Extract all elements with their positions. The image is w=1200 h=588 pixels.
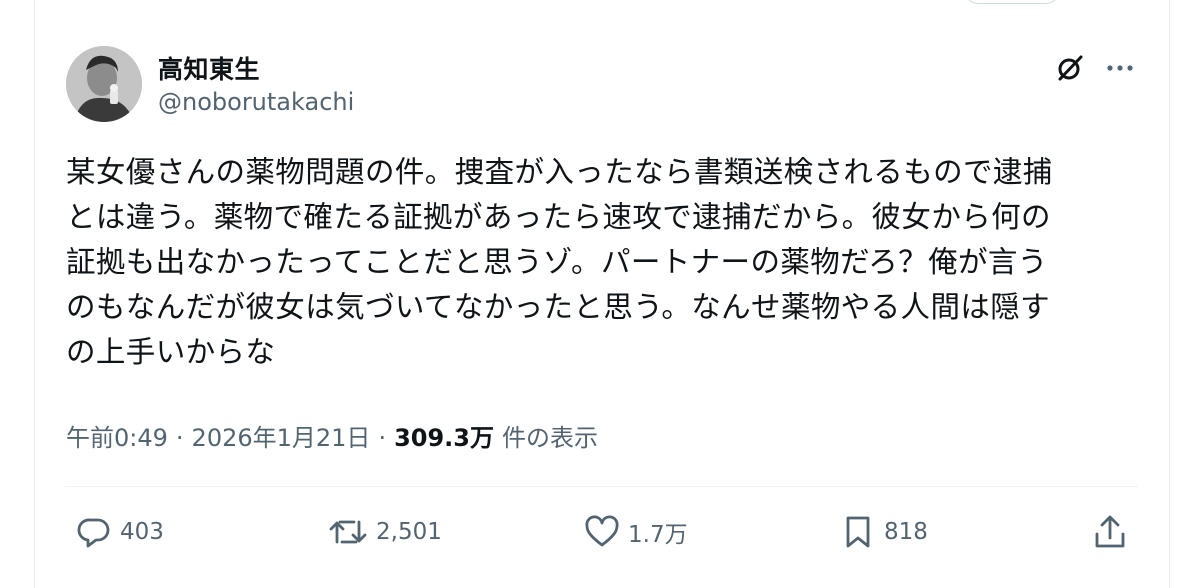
share-icon	[1095, 515, 1125, 548]
reply-count: 403	[120, 519, 164, 545]
like-button[interactable]: 1.7万	[584, 510, 688, 554]
reply-button[interactable]: 403	[76, 510, 164, 554]
top-pill-button[interactable]	[962, 0, 1062, 4]
grok-icon[interactable]	[1052, 50, 1088, 86]
avatar[interactable]	[66, 46, 142, 122]
views-count[interactable]: 309.3万	[394, 418, 494, 453]
tweet-date[interactable]: 2026年1月21日	[192, 418, 371, 453]
user-handle[interactable]: @noborutakachi	[158, 88, 354, 116]
bookmark-button[interactable]: 818	[840, 510, 928, 554]
retweet-button[interactable]: 2,501	[328, 510, 442, 554]
retweet-count: 2,501	[376, 519, 442, 545]
meta-separator: ·	[175, 424, 184, 452]
tweet-time[interactable]: 午前0:49	[66, 418, 168, 453]
display-name[interactable]: 高知東生	[158, 50, 260, 86]
heart-icon	[585, 515, 619, 547]
tweet-meta: 午前0:49 · 2026年1月21日 · 309.3万 件の表示	[66, 418, 598, 453]
meta-separator: ·	[378, 424, 387, 452]
divider	[66, 486, 1138, 487]
page: 高知東生 @noborutakachi 某女優さんの薬物問題の件。捜査が入ったな…	[0, 0, 1200, 588]
tweet-text: 某女優さんの薬物問題の件。捜査が入ったなら書類送検されるもので逮捕 とは違う。薬…	[66, 155, 1053, 369]
reply-icon	[77, 518, 110, 548]
views-label[interactable]: 件の表示	[502, 418, 598, 453]
like-count: 1.7万	[628, 522, 688, 548]
more-icon[interactable]	[1102, 50, 1138, 86]
avatar-image	[66, 46, 142, 122]
bookmark-icon	[846, 516, 870, 548]
retweet-icon	[329, 520, 367, 544]
share-button[interactable]	[1092, 510, 1128, 554]
bookmark-count: 818	[884, 519, 928, 545]
